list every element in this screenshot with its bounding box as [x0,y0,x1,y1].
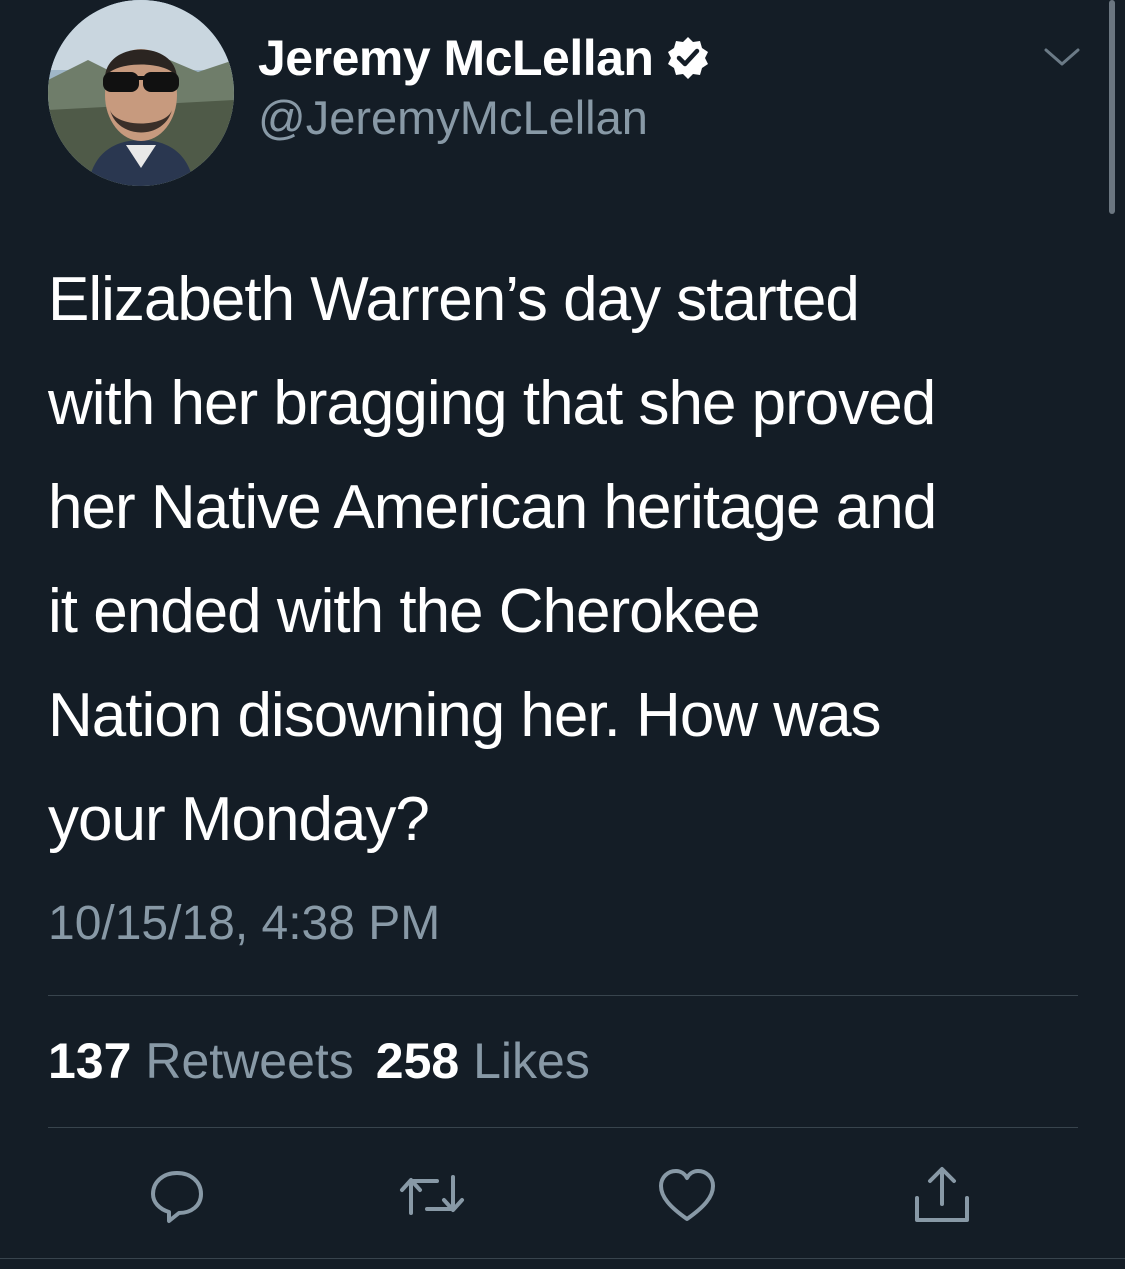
share-button[interactable] [907,1160,977,1230]
share-icon [915,1167,969,1222]
heart-icon [659,1169,715,1221]
retweets-stat[interactable]: 137 Retweets [48,1033,354,1089]
avatar-image [48,0,234,186]
reply-icon [151,1171,203,1223]
divider [0,1258,1125,1259]
retweets-count: 137 [48,1033,132,1089]
avatar[interactable] [48,0,234,186]
divider [48,995,1078,996]
retweet-button[interactable] [397,1160,467,1230]
tweet-text: Elizabeth Warren’s day started with her … [48,265,937,854]
chevron-down-icon[interactable] [1040,42,1084,72]
likes-count: 258 [375,1033,460,1089]
author-display-name[interactable]: Jeremy McLellan [258,29,654,87]
likes-label: Likes [473,1033,590,1089]
author-name-row[interactable]: Jeremy McLellan [258,28,711,88]
tweet-stats: 137 Retweets 258 Likes [48,1032,590,1090]
reply-button[interactable] [142,1160,212,1230]
tweet-actions-bar [0,1160,1125,1230]
scrollbar[interactable] [1109,0,1115,214]
tweet-detail: Jeremy McLellan @JeremyMcLellan Elizabet… [0,0,1125,1269]
tweet-timestamp: 10/15/18, 4:38 PM [48,897,441,950]
likes-stat[interactable]: 258 Likes [376,1033,590,1089]
like-button[interactable] [652,1160,722,1230]
retweet-icon [400,1175,464,1215]
divider [48,1127,1078,1128]
author-handle[interactable]: @JeremyMcLellan [258,90,648,145]
verified-badge-icon [665,35,711,81]
retweets-label: Retweets [145,1033,354,1089]
